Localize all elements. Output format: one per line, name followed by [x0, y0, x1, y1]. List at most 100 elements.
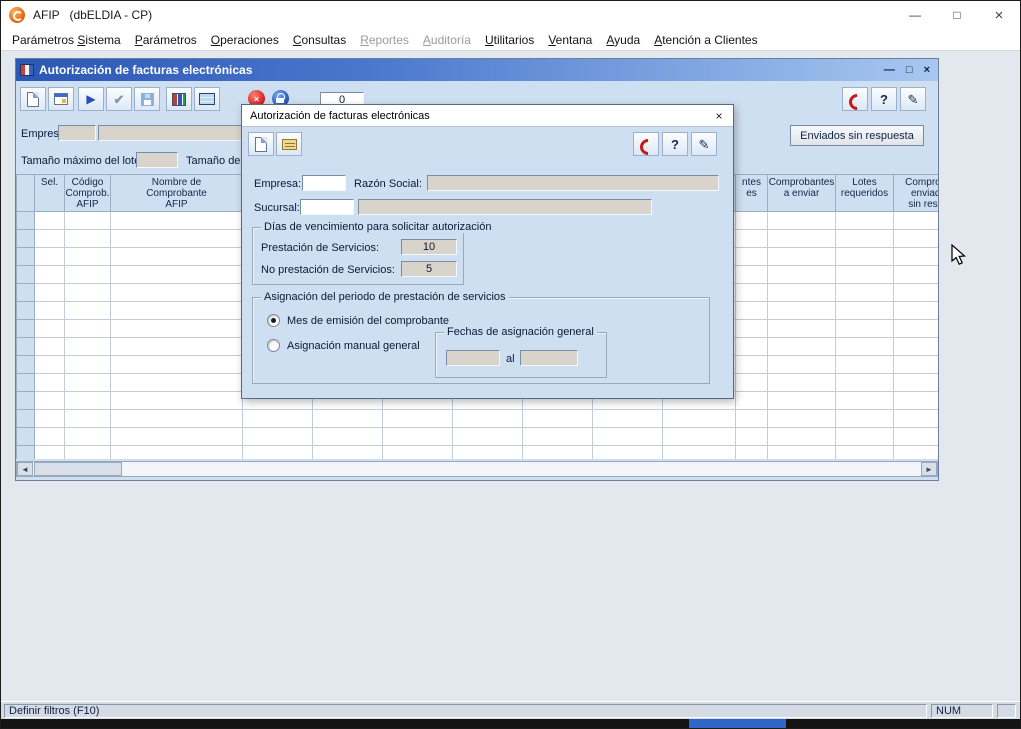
grid-cell[interactable] — [836, 391, 894, 409]
grid-cell[interactable] — [383, 427, 453, 445]
grid-cell[interactable] — [768, 211, 836, 229]
menu-item-operaciones[interactable]: Operaciones — [204, 30, 286, 50]
grid-cell[interactable] — [894, 211, 939, 229]
grid-row-selector[interactable] — [17, 319, 35, 337]
grid-cell[interactable] — [35, 391, 65, 409]
grid-cell[interactable] — [736, 301, 768, 319]
grid-cell[interactable] — [111, 409, 243, 427]
grid-row-selector[interactable] — [17, 427, 35, 445]
grid-cell[interactable] — [768, 229, 836, 247]
grid-cell[interactable] — [35, 409, 65, 427]
grid-cell[interactable] — [35, 211, 65, 229]
grid-cell[interactable] — [65, 211, 111, 229]
grid-cell[interactable] — [836, 355, 894, 373]
grid-cell[interactable] — [768, 445, 836, 459]
grid-cell[interactable] — [736, 319, 768, 337]
grid-cell[interactable] — [836, 265, 894, 283]
grid-cell[interactable] — [65, 355, 111, 373]
scrollbar-thumb[interactable] — [34, 462, 122, 476]
dialog-help-button[interactable]: ? — [662, 132, 688, 156]
grid-cell[interactable] — [243, 427, 313, 445]
view-results-button[interactable] — [194, 87, 220, 111]
grid-cell[interactable] — [111, 247, 243, 265]
sucursal-name-field[interactable] — [358, 199, 652, 215]
menu-item-parametros[interactable]: Parámetros — [128, 30, 204, 50]
grid-row-selector[interactable] — [17, 283, 35, 301]
menu-item-parametros-sistema[interactable]: Parámetros Sistema — [5, 30, 128, 50]
grid-cell[interactable] — [593, 427, 663, 445]
grid-cell[interactable] — [836, 301, 894, 319]
grid-cell[interactable] — [65, 283, 111, 301]
radio-mes-emision[interactable] — [267, 314, 280, 327]
grid-cell[interactable] — [65, 265, 111, 283]
grid-row-selector[interactable] — [17, 373, 35, 391]
dialog-close-icon[interactable]: × — [710, 108, 728, 124]
tamano-lote-field[interactable] — [136, 152, 178, 168]
grid-cell[interactable] — [65, 301, 111, 319]
grid-cell[interactable] — [243, 445, 313, 459]
grid-cell[interactable] — [111, 283, 243, 301]
grid-cell[interactable] — [593, 445, 663, 459]
grid-cell[interactable] — [663, 409, 736, 427]
grid-cell[interactable] — [35, 355, 65, 373]
grid-row-selector[interactable] — [17, 301, 35, 319]
grid-row[interactable] — [17, 427, 939, 445]
grid-cell[interactable] — [768, 319, 836, 337]
grid-cell[interactable] — [663, 427, 736, 445]
grid-cell[interactable] — [894, 247, 939, 265]
empresa-code-field[interactable] — [58, 125, 96, 141]
grid-cell[interactable] — [65, 247, 111, 265]
grid-cell[interactable] — [836, 319, 894, 337]
fecha-hasta-field[interactable] — [520, 350, 578, 366]
grid-cell[interactable] — [768, 355, 836, 373]
child-close-icon[interactable]: × — [924, 64, 930, 76]
grid-cell[interactable] — [894, 319, 939, 337]
grid-cell[interactable] — [65, 319, 111, 337]
grid-cell[interactable] — [111, 229, 243, 247]
grid-cell[interactable] — [111, 373, 243, 391]
grid-cell[interactable] — [523, 445, 593, 459]
grid-cell[interactable] — [836, 337, 894, 355]
grid-cell[interactable] — [65, 373, 111, 391]
confirm-button[interactable]: ✔ — [106, 87, 132, 111]
browse-data-button[interactable] — [166, 87, 192, 111]
grid-cell[interactable] — [35, 427, 65, 445]
grid-row-selector[interactable] — [17, 355, 35, 373]
grid-cell[interactable] — [65, 427, 111, 445]
grid-cell[interactable] — [894, 337, 939, 355]
sucursal-field[interactable] — [300, 199, 354, 215]
grid-cell[interactable] — [836, 229, 894, 247]
menu-item-reportes[interactable]: Reportes — [353, 30, 416, 50]
grid-cell[interactable] — [836, 247, 894, 265]
dialog-empresa-field[interactable] — [302, 175, 346, 191]
grid-cell[interactable] — [35, 319, 65, 337]
grid-cell[interactable] — [383, 445, 453, 459]
grid-cell[interactable] — [35, 301, 65, 319]
dialog-support-button[interactable] — [633, 132, 659, 156]
grid-cell[interactable] — [736, 409, 768, 427]
grid-cell[interactable] — [768, 283, 836, 301]
radio-asignacion-manual-label[interactable]: Asignación manual general — [287, 340, 420, 352]
grid-cell[interactable] — [111, 391, 243, 409]
grid-cell[interactable] — [736, 445, 768, 459]
grid-cell[interactable] — [111, 445, 243, 459]
grid-cell[interactable] — [894, 355, 939, 373]
close-icon[interactable]: × — [978, 1, 1020, 29]
grid-cell[interactable] — [593, 409, 663, 427]
grid-cell[interactable] — [768, 301, 836, 319]
grid-cell[interactable] — [736, 211, 768, 229]
grid-cell[interactable] — [836, 409, 894, 427]
grid-cell[interactable] — [736, 427, 768, 445]
grid-cell[interactable] — [313, 445, 383, 459]
maximize-icon[interactable]: □ — [936, 1, 978, 29]
horizontal-scrollbar[interactable]: ◄ ► — [16, 461, 938, 477]
prestacion-field[interactable]: 10 — [401, 239, 457, 255]
grid-cell[interactable] — [736, 373, 768, 391]
grid-cell[interactable] — [836, 373, 894, 391]
radio-asignacion-manual[interactable] — [267, 339, 280, 352]
grid-cell[interactable] — [836, 445, 894, 459]
grid-cell[interactable] — [836, 427, 894, 445]
grid-cell[interactable] — [736, 283, 768, 301]
menu-item-atencion-a-clientes[interactable]: Atención a Clientes — [647, 30, 764, 50]
grid-cell[interactable] — [35, 337, 65, 355]
